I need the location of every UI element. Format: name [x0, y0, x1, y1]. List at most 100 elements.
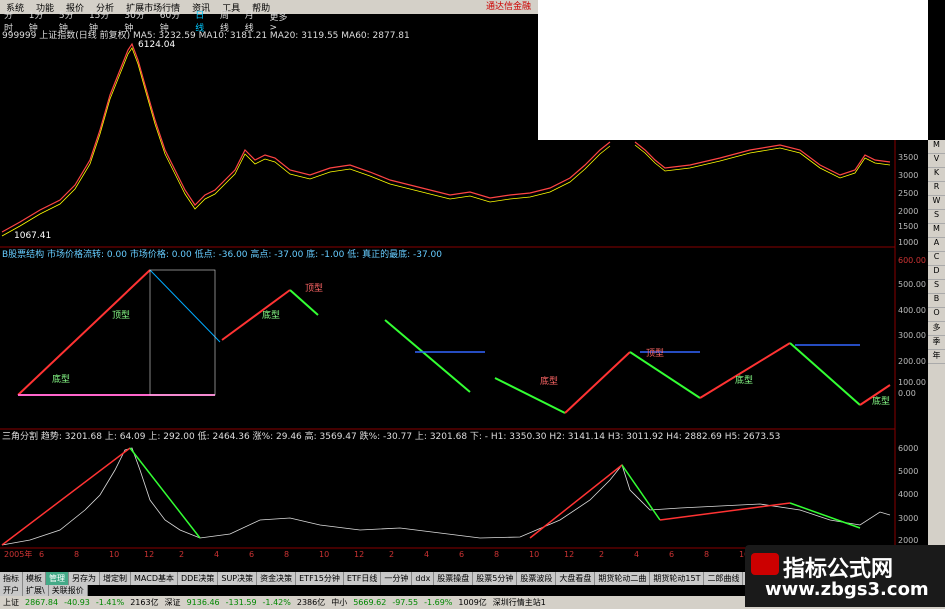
p1-axis-5: 1000 [898, 238, 919, 247]
status-zx-value: 5669.62 [353, 598, 387, 607]
p2-pattern-label: 底型 [540, 375, 558, 387]
p2-axis-2: 400.00 [898, 306, 926, 315]
peak-label: 6124.04 [138, 40, 176, 50]
p3-axis-0: 6000 [898, 444, 919, 453]
x-axis-tick: 6 [249, 550, 254, 559]
p2-pattern-label: 顶型 [112, 310, 130, 321]
screenshot-blank-area [538, 0, 928, 140]
ma-line-2 [634, 144, 891, 179]
x-axis-tick: 12 [564, 550, 574, 559]
p3-down-trend-2 [621, 464, 661, 521]
tab-futures15[interactable]: 期货轮动15T [650, 572, 705, 585]
tab-linked-quote[interactable]: 关联报价 [49, 585, 88, 596]
x-axis-tick: 6 [39, 550, 44, 559]
x-axis-tick: 8 [284, 550, 289, 559]
p2-pattern-label: 顶型 [305, 283, 323, 294]
rtool-14[interactable]: 季 [928, 336, 945, 350]
x-axis-tick: 2 [389, 550, 394, 559]
x-axis-tick: 8 [704, 550, 709, 559]
p2-up-leg-1 [17, 269, 151, 396]
rtool-1[interactable]: V [928, 154, 945, 168]
x-axis-tick: 2 [599, 550, 604, 559]
tab-etf15[interactable]: ETF15分钟 [296, 572, 344, 585]
p2-axis-1: 500.00 [898, 280, 926, 289]
rtool-15[interactable]: 年 [928, 350, 945, 364]
p2-pattern-label: 底型 [735, 374, 753, 386]
p2-up-leg-4 [699, 342, 791, 399]
rtool-13[interactable]: 多 [928, 322, 945, 336]
p1-axis-3: 2000 [898, 207, 919, 216]
tab-stock-trade[interactable]: 股票操盘 [434, 572, 474, 585]
p2-down-leg-5 [629, 351, 701, 399]
x-axis-tick: 2 [179, 550, 184, 559]
chart-canvas[interactable]: 底型顶型 底型顶型底型顶型底型底型2005年 6 8 10 12 2 4 6 8 10 12 2 4 6 8 1… [0, 0, 945, 609]
rtool-7[interactable]: A [928, 238, 945, 252]
tab-save-as[interactable]: 另存为 [69, 572, 100, 585]
rtool-6[interactable]: M [928, 224, 945, 238]
tab-etf-daily[interactable]: ETF日线 [344, 572, 382, 585]
p1-axis-1: 3000 [898, 171, 919, 180]
p3-axis-1: 5000 [898, 467, 919, 476]
p2-down-leg-1 [149, 269, 221, 343]
tab-erlang[interactable]: 二郎曲线 [704, 572, 744, 585]
rtool-0[interactable]: M [928, 140, 945, 154]
status-zx-label: 中小 [331, 598, 348, 607]
rtool-10[interactable]: S [928, 280, 945, 294]
tab-open-account[interactable]: 开户 [0, 585, 23, 596]
x-axis-tick: 4 [214, 550, 219, 559]
p3-up-trend-1 [1, 447, 131, 546]
x-axis-tick: 10 [319, 550, 329, 559]
p2-axis-3: 300.00 [898, 331, 926, 340]
rtool-3[interactable]: R [928, 182, 945, 196]
tab-ddx[interactable]: ddx [412, 572, 435, 585]
rtool-4[interactable]: W [928, 196, 945, 210]
p2-up-leg-3 [564, 351, 631, 414]
ma-line-1 [1, 47, 611, 237]
rtool-12[interactable]: O [928, 308, 945, 322]
tab-1min[interactable]: 一分钟 [381, 572, 413, 585]
watermark-line2: www.zbgs3.com [765, 579, 929, 600]
tab-sup[interactable]: SUP决策 [218, 572, 258, 585]
x-axis-tick: 10 [529, 550, 539, 559]
p3-down-trend-1 [129, 447, 201, 539]
tab-stock-band[interactable]: 股票波段 [517, 572, 557, 585]
rtool-8[interactable]: C [928, 252, 945, 266]
status-sz-vol: 2386亿 [296, 598, 326, 607]
p2-down-leg-6 [789, 342, 861, 406]
status-server: 深圳行情主站1 [492, 598, 546, 607]
status-sz-chg: -131.59 [225, 598, 257, 607]
tab-macd[interactable]: MACD基本 [131, 572, 178, 585]
tab-manage[interactable]: 管理 [46, 572, 69, 585]
tab-futures2[interactable]: 期货轮动二曲 [595, 572, 651, 585]
tab-market[interactable]: 大盘看盘 [556, 572, 596, 585]
tab-fund[interactable]: 资金决策 [257, 572, 297, 585]
tab-extend[interactable]: 扩展\ [23, 585, 49, 596]
tab-indicator[interactable]: 指标 [0, 572, 23, 585]
x-axis-tick: 4 [424, 550, 429, 559]
status-sh-vol: 2163亿 [130, 598, 159, 607]
status-sh-chg: -40.93 [64, 598, 90, 607]
p3-down-trend-3 [789, 502, 861, 529]
p2-pattern-label: 底型 [872, 395, 890, 407]
panel2-header: B股票结构 市场价格流转: 0.00 市场价格: 0.00 低点: -36.00… [2, 250, 442, 260]
status-sh-label: 上证 [3, 598, 19, 607]
price-line-1 [1, 42, 611, 233]
x-axis-tick: 12 [144, 550, 154, 559]
x-axis-tick: 6 [669, 550, 674, 559]
status-sz-value: 9136.46 [186, 598, 220, 607]
watermark: 指标公式网 www.zbgs3.com [745, 545, 945, 607]
p1-axis-0: 3500 [898, 153, 919, 162]
rtool-9[interactable]: D [928, 266, 945, 280]
rtool-5[interactable]: S [928, 210, 945, 224]
p2-axis-4: 200.00 [898, 357, 926, 366]
tab-stock-5min[interactable]: 股票5分钟 [473, 572, 518, 585]
tab-template[interactable]: 模板 [23, 572, 46, 585]
status-sz-label: 深证 [164, 598, 181, 607]
tab-dde[interactable]: DDE决策 [178, 572, 219, 585]
tab-custom[interactable]: 增定制 [100, 572, 131, 585]
p3-axis-2: 4000 [898, 490, 919, 499]
p2-box-1 [149, 269, 216, 396]
rtool-11[interactable]: B [928, 294, 945, 308]
rtool-2[interactable]: K [928, 168, 945, 182]
x-axis-tick: 2005年 [4, 549, 32, 559]
